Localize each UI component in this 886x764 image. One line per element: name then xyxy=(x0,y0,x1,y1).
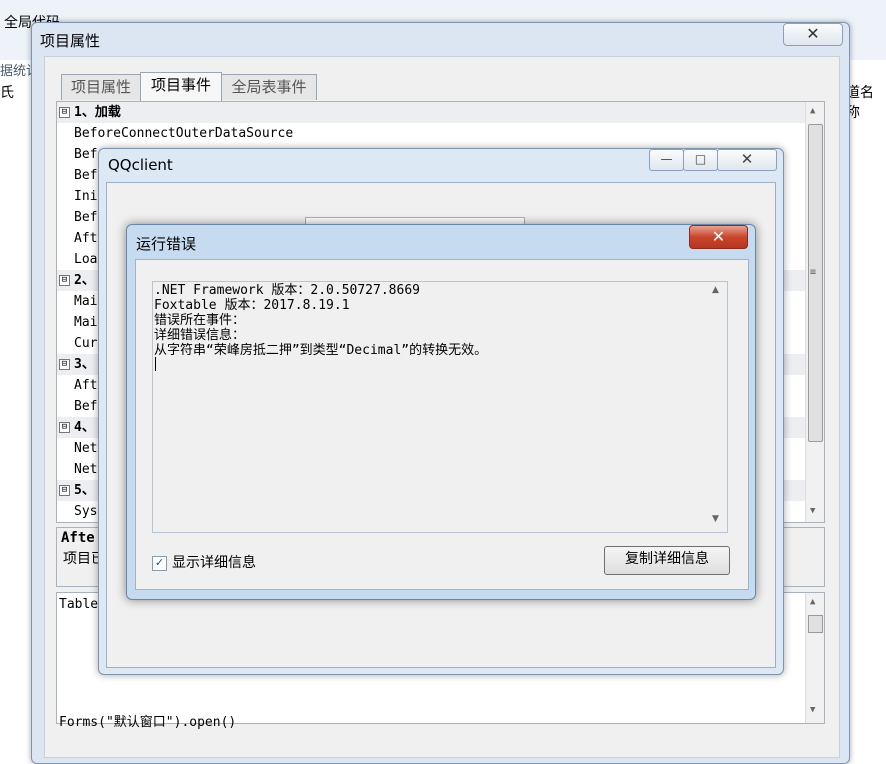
event-name: Aft xyxy=(74,231,98,246)
event-name: 4、 xyxy=(74,420,95,435)
scroll-up-icon[interactable]: ▲ xyxy=(810,597,815,607)
event-name: Ini xyxy=(74,189,98,204)
collapse-icon[interactable]: ⊟ xyxy=(59,275,70,286)
event-name: Mai xyxy=(74,294,98,309)
event-name: Bef xyxy=(74,168,98,183)
error-dialog-title: 运行错误 xyxy=(136,235,197,253)
event-group-row[interactable]: ⊟ 1、加载 xyxy=(57,102,805,123)
error-line: 从字符串“荣峰房抵二押”到类型“Decimal”的转换无效。 xyxy=(154,343,488,358)
copy-details-button[interactable]: 复制详细信息 xyxy=(604,546,730,575)
qqclient-close-button[interactable]: ✕ xyxy=(717,149,777,171)
event-name: Net xyxy=(74,441,98,456)
code-line: Table xyxy=(59,597,99,612)
collapse-icon[interactable]: ⊟ xyxy=(59,422,70,433)
event-list-scrollbar[interactable]: ▲ ≡ ▼ xyxy=(805,102,824,522)
event-row[interactable]: BeforeConnectOuterDataSource xyxy=(57,123,805,144)
event-name: Aft xyxy=(74,378,98,393)
collapse-icon[interactable]: ⊟ xyxy=(59,359,70,370)
error-details-scrollbar[interactable]: ▲ ▼ xyxy=(708,282,725,530)
scroll-up-icon[interactable]: ▲ xyxy=(810,106,815,116)
show-details-checkbox[interactable]: ✓ xyxy=(152,556,167,571)
tab-global-table-events[interactable]: 全局表事件 xyxy=(221,74,317,100)
tab-project-events[interactable]: 项目事件 xyxy=(140,72,222,101)
event-name: Mai xyxy=(74,315,98,330)
collapse-icon[interactable]: ⊟ xyxy=(59,485,70,496)
scroll-thumb[interactable] xyxy=(808,615,823,633)
event-name: 5、 xyxy=(74,483,95,498)
scroll-down-icon[interactable]: ▼ xyxy=(810,506,815,516)
error-line: .NET Framework 版本：2.0.50727.8669 xyxy=(154,283,420,298)
scroll-up-icon[interactable]: ▲ xyxy=(712,285,719,295)
scroll-thumb[interactable]: ≡ xyxy=(808,124,823,442)
error-line: Foxtable 版本：2017.8.19.1 xyxy=(154,298,350,313)
collapse-icon[interactable]: ⊟ xyxy=(59,107,70,118)
event-name: Bef xyxy=(74,210,98,225)
tab-project-properties[interactable]: 项目属性 xyxy=(61,74,141,100)
show-details-label[interactable]: 显示详细信息 xyxy=(172,552,256,572)
error-line: 错误所在事件： xyxy=(154,313,246,328)
column-header-left: 氏 xyxy=(0,85,14,101)
event-name: Sys xyxy=(74,504,98,519)
event-description-title: Afte xyxy=(61,530,95,546)
maximize-button[interactable]: □ xyxy=(683,149,718,171)
project-window-close-button[interactable]: ✕ xyxy=(783,23,843,46)
minimize-button[interactable]: — xyxy=(649,149,684,171)
text-caret xyxy=(155,357,156,371)
event-name: Cur xyxy=(74,336,98,351)
event-name: Loa xyxy=(74,252,98,267)
project-window-title: 项目属性 xyxy=(40,32,101,50)
error-dialog-close-button[interactable]: ✕ xyxy=(689,225,748,249)
scroll-grip-icon: ≡ xyxy=(810,267,817,278)
event-name: Bef xyxy=(74,147,98,162)
event-name: BeforeConnectOuterDataSource xyxy=(74,126,294,141)
scroll-down-icon[interactable]: ▼ xyxy=(810,705,815,715)
code-editor-scrollbar[interactable]: ▲ ▼ xyxy=(805,593,824,723)
event-name: 3、 xyxy=(74,357,95,372)
event-name: Bef xyxy=(74,399,98,414)
scroll-down-icon[interactable]: ▼ xyxy=(712,514,719,524)
column-header-right: 道名称 xyxy=(846,85,874,121)
qqclient-window-title: QQclient xyxy=(108,156,173,174)
code-line: Forms("默认窗口").open() xyxy=(59,715,237,730)
event-name: Net xyxy=(74,462,98,477)
error-details-text: .NET Framework 版本：2.0.50727.8669 Foxtable… xyxy=(154,283,487,358)
event-name: 1、加载 xyxy=(74,105,121,120)
error-line: 详细错误信息： xyxy=(154,328,246,343)
event-name: 2、 xyxy=(74,273,95,288)
